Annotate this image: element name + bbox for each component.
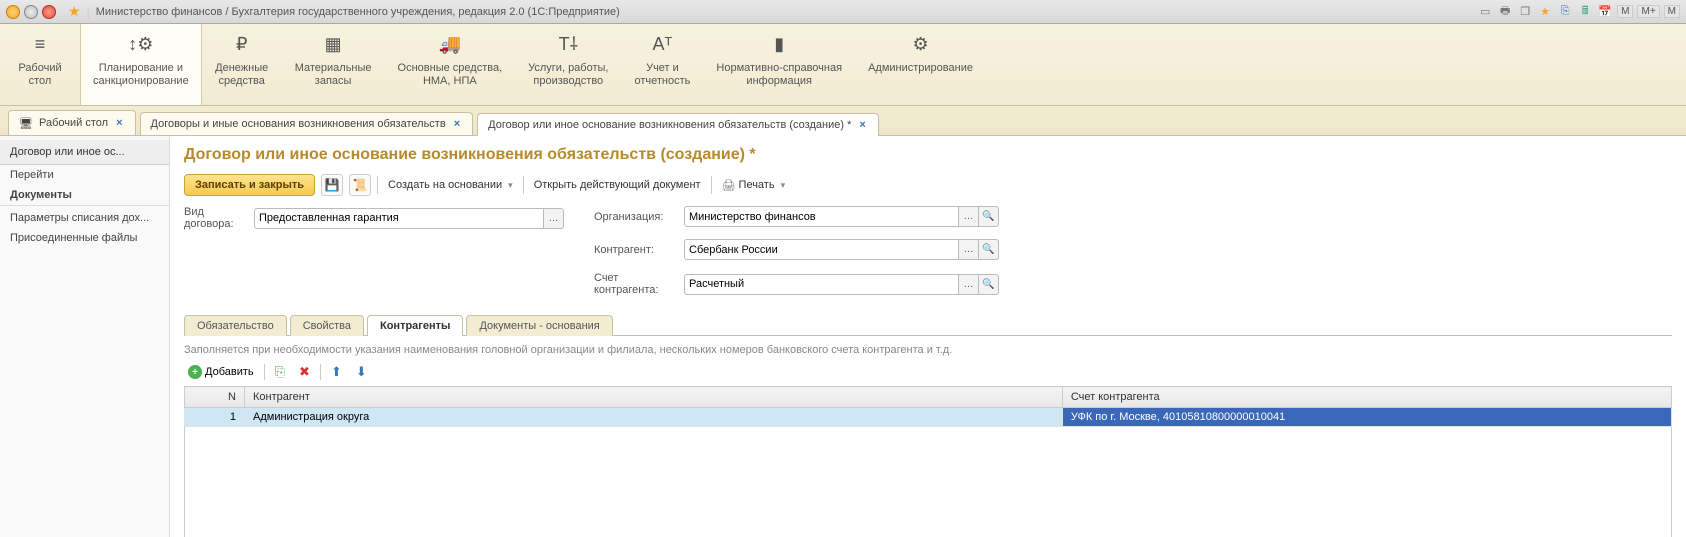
link-icon[interactable]: ⎘ xyxy=(1557,4,1573,20)
nav-admin[interactable]: ⚙Администрирование xyxy=(855,24,986,105)
m-plus-button[interactable]: M+ xyxy=(1637,5,1659,18)
tab-bar: 🖥 Рабочий стол × Договоры и иные основан… xyxy=(0,106,1686,136)
page-title: Договор или иное основание возникновения… xyxy=(184,146,1672,164)
favorite-icon[interactable]: ★ xyxy=(68,3,81,20)
delete-row-icon[interactable]: ✖ xyxy=(295,362,314,382)
calendar-icon[interactable]: 📅 xyxy=(1597,4,1613,20)
sidebar-item-params[interactable]: Параметры списания дох... xyxy=(0,208,169,228)
report-icon: Aᵀ xyxy=(653,32,673,56)
itab-obligation[interactable]: Обязательство xyxy=(184,315,287,336)
inner-tabs: Обязательство Свойства Контрагенты Докум… xyxy=(184,314,1672,336)
desktop-icon: 🖥 xyxy=(19,116,33,130)
kontragent-label: Контрагент: xyxy=(594,244,684,256)
nav-money[interactable]: ₽Денежные средства xyxy=(202,24,282,105)
m-button[interactable]: M xyxy=(1617,5,1633,18)
close-icon[interactable]: × xyxy=(114,117,124,129)
itab-properties[interactable]: Свойства xyxy=(290,315,364,336)
window-btn-3[interactable] xyxy=(42,5,56,19)
copy-row-icon[interactable]: ⎘ xyxy=(271,362,289,382)
window-btn-2[interactable] xyxy=(24,5,38,19)
plus-icon: + xyxy=(188,365,202,379)
select-button[interactable]: … xyxy=(959,206,979,227)
main-area: Договор или иное ос... Перейти Документы… xyxy=(0,136,1686,537)
save-close-button[interactable]: Записать и закрыть xyxy=(184,174,315,196)
tab-contracts[interactable]: Договоры и иные основания возникновения … xyxy=(140,112,474,135)
col-schet[interactable]: Счет контрагента xyxy=(1062,387,1671,408)
ribbon-nav: ≡Рабочий стол ↕⚙Планирование и санкциони… xyxy=(0,24,1686,106)
nav-planning[interactable]: ↕⚙Планирование и санкционирование xyxy=(80,24,202,105)
copy-icon[interactable]: ❐ xyxy=(1517,4,1533,20)
titlebar: ★ | Министерство финансов / Бухгалтерия … xyxy=(0,0,1686,24)
search-button[interactable]: 🔍 xyxy=(979,206,999,227)
nav-reference[interactable]: ▮Нормативно-справочная информация xyxy=(703,24,855,105)
list-toolbar: +Добавить ⎘ ✖ ⬆ ⬇ xyxy=(184,362,1672,382)
tools-icon: T⸸ xyxy=(559,32,578,56)
schet-label: Счет контрагента: xyxy=(594,272,684,296)
close-icon[interactable]: × xyxy=(452,118,462,130)
move-up-icon[interactable]: ⬆ xyxy=(327,362,346,382)
scroll-icon[interactable]: 📜 xyxy=(349,174,371,196)
nav-services[interactable]: T⸸Услуги, работы, производство xyxy=(515,24,621,105)
organizatsia-label: Организация: xyxy=(594,211,684,223)
vid-dogovora-label: Вид договора: xyxy=(184,206,254,230)
gear-icon: ⚙ xyxy=(912,32,928,56)
truck-icon: 🚚 xyxy=(439,32,461,56)
calculator-icon[interactable]: 🖩 xyxy=(1577,4,1593,20)
search-button[interactable]: 🔍 xyxy=(979,274,999,295)
contragents-grid: N Контрагент Счет контрагента 1 Админист… xyxy=(184,386,1672,537)
organizatsia-input[interactable] xyxy=(684,206,959,227)
star2-icon[interactable]: ★ xyxy=(1537,4,1553,20)
move-down-icon[interactable]: ⬇ xyxy=(352,362,371,382)
table-row[interactable]: 1 Администрация округа УФК по г. Москве,… xyxy=(185,408,1672,427)
left-sidebar: Договор или иное ос... Перейти Документы… xyxy=(0,136,170,537)
planning-icon: ↕⚙ xyxy=(128,32,153,56)
add-button[interactable]: +Добавить xyxy=(184,363,258,381)
schet-input[interactable] xyxy=(684,274,959,295)
sidebar-header: Договор или иное ос... xyxy=(0,140,169,165)
tab-desktop[interactable]: 🖥 Рабочий стол × xyxy=(8,110,136,135)
print-button[interactable]: 🖨Печать xyxy=(718,175,790,196)
sidebar-item-documents[interactable]: Документы xyxy=(0,185,169,206)
hint-text: Заполняется при необходимости указания н… xyxy=(184,344,1672,356)
nav-desktop[interactable]: ≡Рабочий стол xyxy=(0,24,80,105)
content: Договор или иное основание возникновения… xyxy=(170,136,1686,537)
m-last-button[interactable]: M xyxy=(1664,5,1680,18)
itab-contragents[interactable]: Контрагенты xyxy=(367,315,463,336)
close-icon[interactable]: × xyxy=(857,119,867,131)
nav-reports[interactable]: AᵀУчет и отчетность xyxy=(621,24,703,105)
window-controls xyxy=(6,5,56,19)
itab-documents[interactable]: Документы - основания xyxy=(466,315,612,336)
save-icon[interactable]: 💾 xyxy=(321,174,343,196)
menu-icon: ≡ xyxy=(35,32,46,56)
sidebar-item-goto[interactable]: Перейти xyxy=(0,165,169,185)
select-button[interactable]: … xyxy=(959,274,979,295)
window-btn-1[interactable] xyxy=(6,5,20,19)
tab-contract-create[interactable]: Договор или иное основание возникновения… xyxy=(477,113,879,136)
select-button[interactable]: … xyxy=(544,208,564,229)
toolbar: Записать и закрыть 💾 📜 Создать на основа… xyxy=(184,174,1672,196)
book-icon: ▮ xyxy=(774,32,784,56)
printer-icon: 🖨 xyxy=(722,179,736,192)
create-based-button[interactable]: Создать на основании xyxy=(384,175,517,195)
col-kontragent[interactable]: Контрагент xyxy=(245,387,1063,408)
money-icon: ₽ xyxy=(236,32,247,56)
app-title: Министерство финансов / Бухгалтерия госу… xyxy=(96,6,620,18)
open-doc-button[interactable]: Открыть действующий документ xyxy=(530,175,705,195)
kontragent-input[interactable] xyxy=(684,239,959,260)
col-n[interactable]: N xyxy=(185,387,245,408)
nav-materials[interactable]: ▦Материальные запасы xyxy=(282,24,385,105)
vid-dogovora-input[interactable] xyxy=(254,208,544,229)
window-icon[interactable]: ▭ xyxy=(1477,4,1493,20)
print-icon[interactable]: 🖶 xyxy=(1497,4,1513,20)
select-button[interactable]: … xyxy=(959,239,979,260)
search-button[interactable]: 🔍 xyxy=(979,239,999,260)
grid-icon: ▦ xyxy=(325,32,342,56)
nav-assets[interactable]: 🚚Основные средства, НМА, НПА xyxy=(385,24,516,105)
sidebar-item-files[interactable]: Присоединенные файлы xyxy=(0,228,169,248)
